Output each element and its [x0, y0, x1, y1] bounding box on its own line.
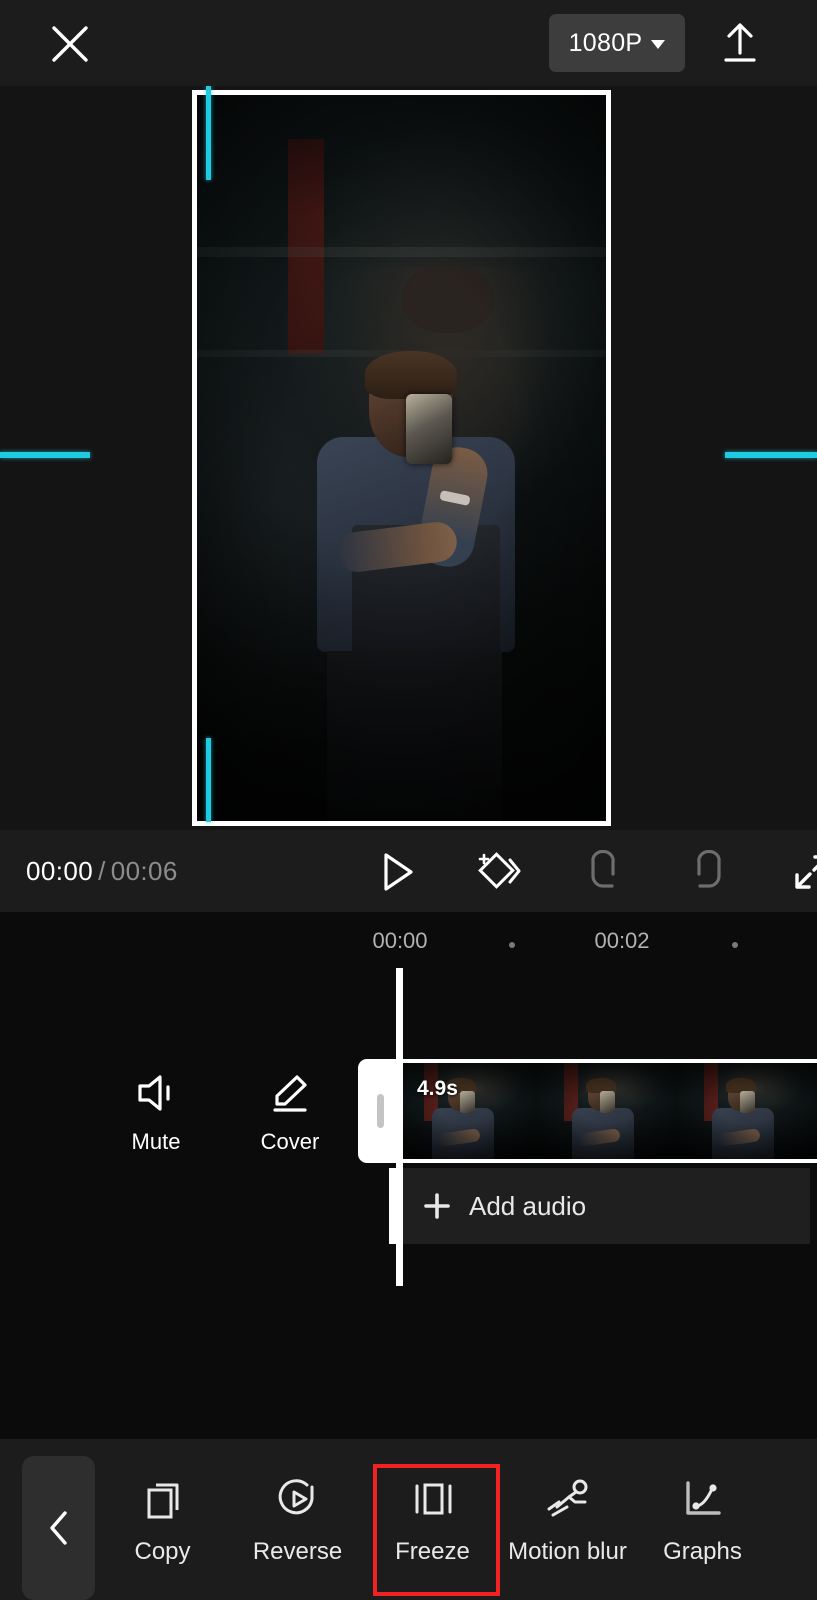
tool-copy[interactable]: Copy [95, 1439, 230, 1600]
resolution-label: 1080P [568, 28, 643, 57]
tool-motion-blur[interactable]: Motion blur [500, 1439, 635, 1600]
reverse-play-icon [272, 1473, 324, 1525]
redo-icon [697, 850, 721, 888]
tool-reverse[interactable]: Reverse [230, 1439, 365, 1600]
trim-grip-icon [376, 1094, 384, 1128]
add-audio-label: Add audio [469, 1190, 587, 1221]
timeline-ruler[interactable]: 00:00 00:02 [0, 912, 817, 968]
undo-icon [591, 850, 615, 888]
clip-thumbnail [676, 1063, 816, 1159]
play-icon [384, 853, 413, 891]
resolution-selector[interactable]: 1080P [549, 14, 685, 72]
copy-duplicate-icon [137, 1473, 189, 1525]
video-clip[interactable]: 4.9s [396, 1059, 817, 1163]
close-icon [52, 26, 88, 62]
video-frame[interactable] [192, 90, 611, 826]
pencil-edit-icon [264, 1067, 316, 1119]
tool-label-freeze: Freeze [395, 1538, 470, 1565]
mute-label: Mute [131, 1129, 181, 1154]
ruler-tick-dot-1 [509, 942, 515, 948]
tool-graphs[interactable]: Graphs [635, 1439, 770, 1600]
cover-label: Cover [260, 1129, 320, 1154]
speaker-mute-icon [130, 1067, 182, 1119]
video-track-row: Mute Cover 4.9s [0, 1053, 817, 1168]
guide-bottom-center [206, 738, 211, 822]
preview-image [197, 95, 606, 821]
add-audio-track[interactable]: Add audio [389, 1168, 810, 1244]
top-bar: 1080P [0, 0, 817, 86]
fullscreen-icon [795, 855, 817, 889]
back-button[interactable] [22, 1456, 95, 1600]
time-display: 00:00/00:06 [26, 856, 178, 887]
tool-label-reverse: Reverse [252, 1538, 343, 1565]
tool-list: Copy Reverse Freeze Motion blur Graphs [95, 1439, 817, 1600]
clip-filmstrip [396, 1063, 817, 1159]
tool-label-graphs: Graphs [663, 1538, 742, 1565]
close-button[interactable] [44, 18, 96, 70]
ruler-tick-dot-3 [732, 942, 738, 948]
ruler-tick-0: 00:00 [372, 928, 428, 953]
ruler-tick-2: 00:02 [594, 928, 650, 953]
tool-freeze[interactable]: Freeze [365, 1439, 500, 1600]
video-preview-area[interactable] [0, 86, 817, 830]
redo-button[interactable] [680, 844, 736, 900]
chevron-down-icon [651, 40, 666, 49]
fullscreen-button[interactable] [784, 844, 817, 900]
capcut-editor-screen: 1080P 00:00 / 00:06 00:00 00:02 Mute Cov… [0, 0, 817, 1600]
cover-button[interactable]: Cover [242, 1063, 338, 1159]
export-button[interactable] [712, 14, 768, 72]
time-separator: / [98, 856, 106, 886]
bottom-toolbar: Copy Reverse Freeze Motion blur Graphs [0, 1439, 817, 1600]
playback-bar: 00:00/00:06 [0, 830, 817, 912]
clip-duration-label: 4.9s [417, 1077, 458, 1100]
chevron-left-icon [49, 1511, 67, 1545]
freeze-frame-icon [407, 1473, 459, 1525]
playback-controls [368, 844, 817, 900]
total-time: 00:06 [110, 856, 178, 886]
add-keyframe-icon [478, 852, 521, 889]
undo-button[interactable] [576, 844, 632, 900]
plus-icon [424, 1193, 450, 1219]
curve-graph-icon [677, 1473, 729, 1525]
guide-left-middle [0, 452, 90, 458]
timeline[interactable]: 00:00 00:02 Mute Cover 4.9s Add audio [0, 912, 817, 1439]
guide-right-middle [725, 452, 817, 458]
clip-thumbnail [536, 1063, 676, 1159]
playhead[interactable] [396, 968, 403, 1286]
guide-top-center [206, 86, 211, 180]
current-time: 00:00 [26, 856, 94, 886]
tool-label-motion-blur: Motion blur [508, 1538, 627, 1565]
export-upload-icon [724, 23, 756, 62]
keyframe-button[interactable] [472, 844, 528, 900]
running-person-icon [542, 1473, 594, 1525]
tool-label-copy: Copy [134, 1538, 191, 1565]
play-button[interactable] [368, 844, 424, 900]
mute-button[interactable]: Mute [108, 1063, 204, 1159]
